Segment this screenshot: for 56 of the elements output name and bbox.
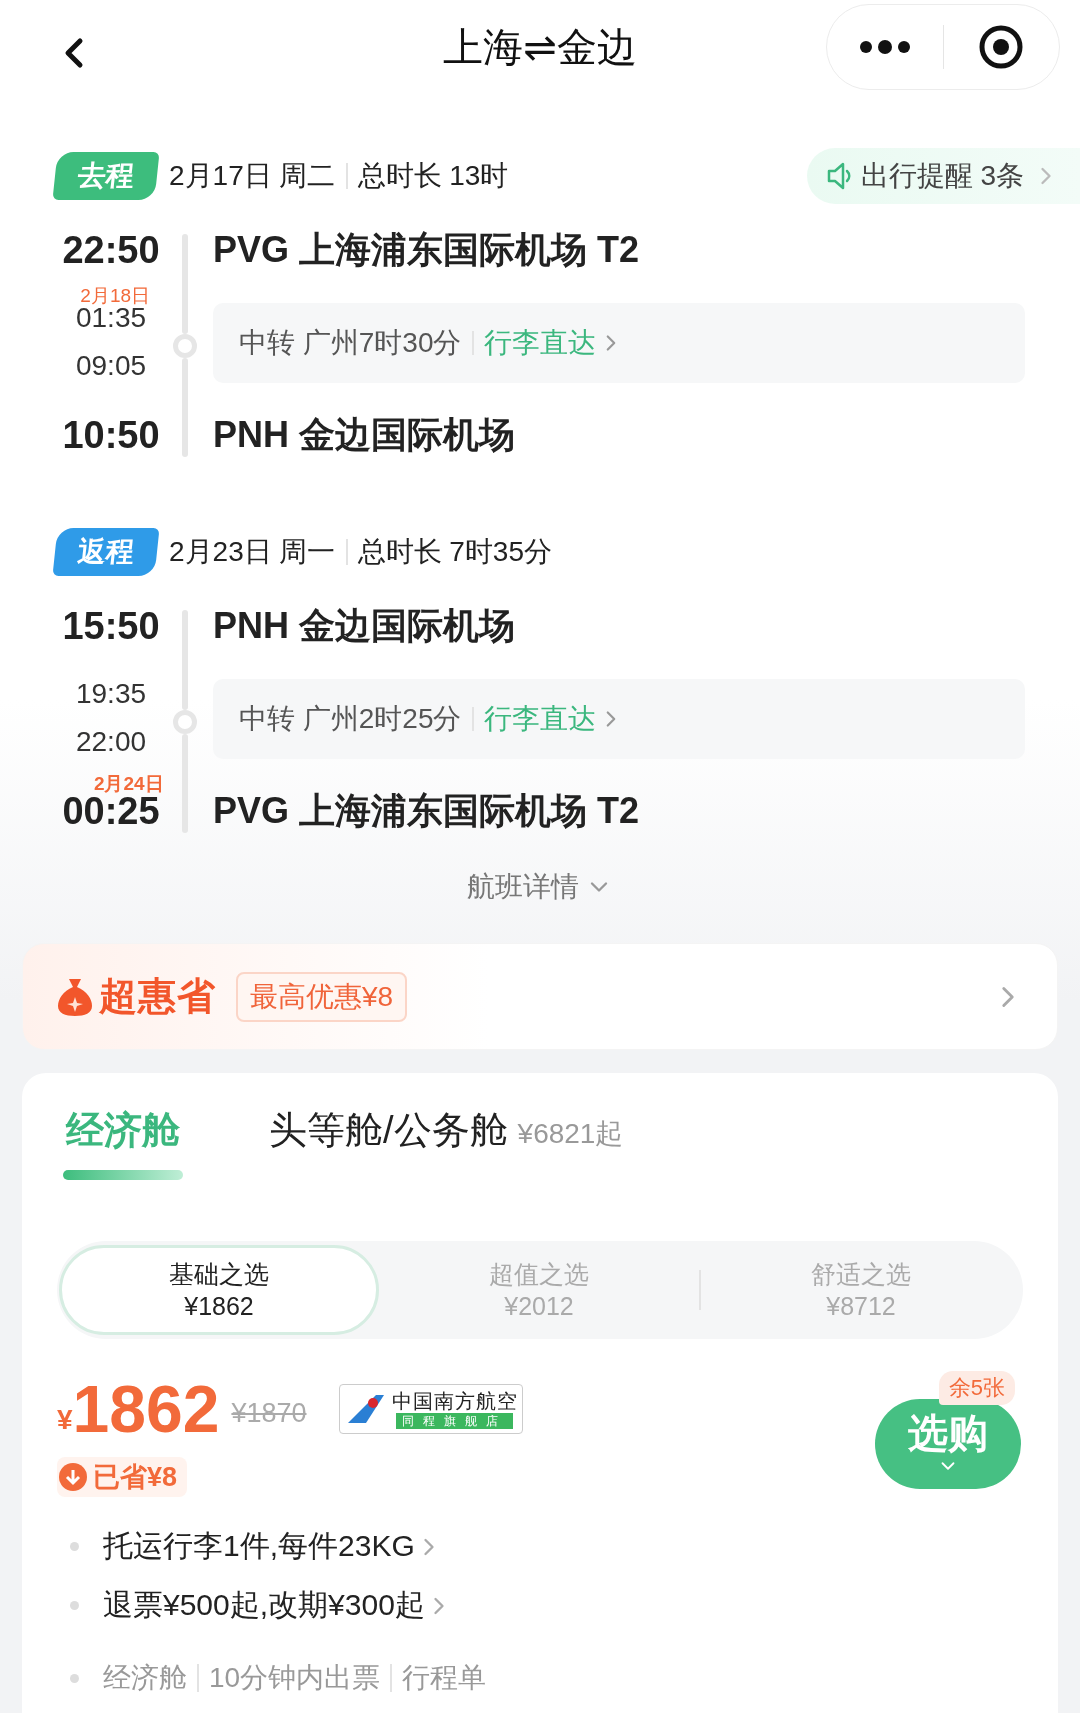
arrival-airport: PVG 上海浦东国际机场 T2 bbox=[213, 789, 641, 833]
transfer-departure-time: 09:05 bbox=[75, 349, 147, 383]
trip-date: 2月17日 周二 bbox=[169, 159, 336, 193]
trip-date: 2月23日 周一 bbox=[169, 535, 336, 569]
feature-text[interactable]: 退票¥500起,改期¥300起 bbox=[103, 1585, 425, 1626]
fare-option[interactable]: 舒适之选 ¥8712 bbox=[701, 1245, 1021, 1335]
trip-duration: 总时长 7时35分 bbox=[357, 535, 552, 569]
transfer-arrival-time: 19:35 bbox=[75, 677, 147, 711]
store-label: 同程旗舰店 bbox=[396, 1413, 513, 1429]
arrival-airport: PNH 金边国际机场 bbox=[213, 413, 516, 457]
reminder-button[interactable]: 出行提醒 3条 bbox=[806, 148, 1080, 204]
date-note: 2月24日 bbox=[93, 774, 164, 794]
promo-banner[interactable]: 超惠省 最高优惠¥8 bbox=[22, 943, 1058, 1050]
departure-time: 22:50 bbox=[62, 227, 160, 273]
trip-tag: 去程 bbox=[52, 152, 160, 200]
arrival-time: 10:50 bbox=[62, 413, 160, 458]
transfer-info: 中转 广州2时25分 bbox=[239, 702, 462, 736]
page-title: 上海⇌金边 bbox=[443, 24, 637, 71]
baggage-link[interactable]: 行李直达 bbox=[483, 700, 624, 738]
bullet-icon bbox=[70, 1673, 79, 1683]
trip-duration: 总时长 13时 bbox=[357, 159, 509, 193]
promo-brand: 超惠省 bbox=[99, 974, 216, 1019]
original-price: ¥1870 bbox=[231, 1397, 307, 1429]
cabin-tab[interactable]: 头等舱/公务舱 ¥6821起 bbox=[269, 1105, 624, 1180]
flight-details-toggle[interactable]: 航班详情 bbox=[461, 867, 619, 907]
timeline-dot-icon bbox=[173, 333, 197, 358]
more-icon[interactable] bbox=[858, 39, 911, 54]
buy-button[interactable]: 选购 bbox=[875, 1399, 1021, 1489]
date-note: 2月18日 bbox=[80, 286, 151, 306]
feature-text[interactable]: 托运行李1件,每件23KG bbox=[103, 1526, 415, 1567]
money-bag-icon bbox=[57, 976, 93, 1017]
bullet-icon bbox=[70, 1542, 79, 1551]
bullet-icon bbox=[70, 1601, 79, 1610]
departure-airport: PVG 上海浦东国际机场 T2 bbox=[213, 227, 641, 272]
fare-option[interactable]: 超值之选 ¥2012 bbox=[379, 1245, 699, 1335]
transfer-info: 中转 广州7时30分 bbox=[239, 326, 462, 360]
trip-tag: 返程 bbox=[52, 528, 160, 576]
savings-badge: 已省¥8 bbox=[57, 1457, 188, 1497]
cabin-tab[interactable]: 经济舱 bbox=[63, 1105, 183, 1180]
fare-price: 1862 bbox=[72, 1374, 220, 1444]
transfer-departure-time: 22:00 bbox=[75, 725, 147, 759]
departure-airport: PNH 金边国际机场 bbox=[213, 603, 516, 648]
promo-offer: 最高优惠¥8 bbox=[236, 971, 408, 1022]
fare-tag: 经济舱 bbox=[103, 1659, 187, 1697]
fare-tag: 10分钟内出票 bbox=[209, 1659, 381, 1697]
airline-name: 中国南方航空 bbox=[391, 1389, 518, 1413]
departure-time: 15:50 bbox=[62, 603, 160, 649]
close-target-icon[interactable] bbox=[978, 23, 1025, 70]
cabin-price: ¥6821起 bbox=[517, 1118, 624, 1149]
baggage-link[interactable]: 行李直达 bbox=[483, 324, 624, 362]
currency-sign: ¥ bbox=[57, 1404, 73, 1436]
fare-option[interactable]: 基础之选 ¥1862 bbox=[59, 1245, 379, 1335]
fare-tag: 行程单 bbox=[402, 1659, 487, 1697]
remaining-badge: 余5张 bbox=[938, 1371, 1015, 1405]
speaker-icon bbox=[826, 162, 853, 190]
timeline-dot-icon bbox=[173, 709, 197, 734]
